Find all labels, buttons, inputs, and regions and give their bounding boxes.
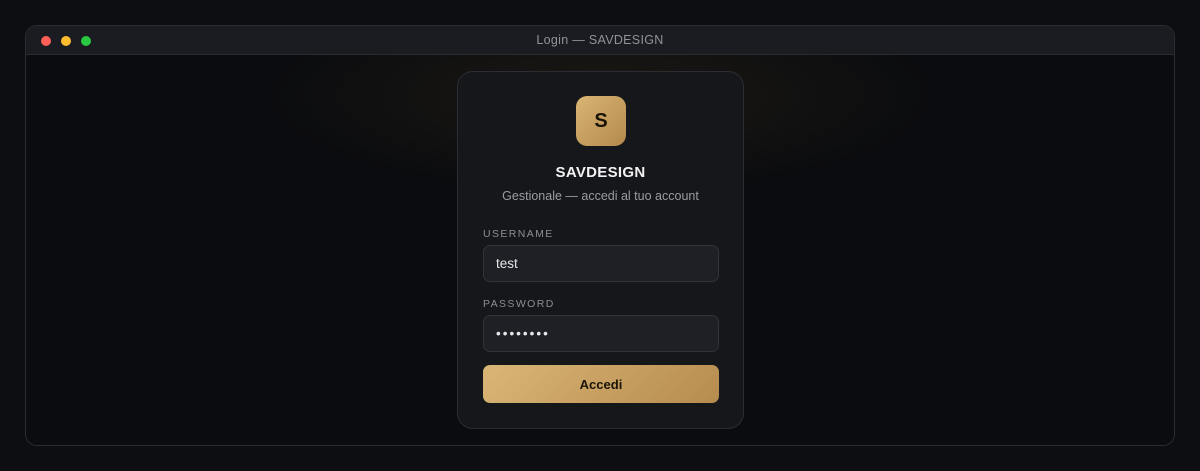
login-card: S SAVDESIGN Gestionale — accedi al tuo a… <box>457 71 744 429</box>
title-bar: Login — SAVDESIGN <box>26 26 1174 55</box>
app-window: Login — SAVDESIGN S SAVDESIGN Gestionale… <box>25 25 1175 446</box>
login-subtitle: Gestionale — accedi al tuo account <box>502 189 699 203</box>
username-input[interactable] <box>483 245 719 282</box>
brand-name: SAVDESIGN <box>555 164 646 181</box>
login-button[interactable]: Accedi <box>483 365 719 403</box>
password-label: PASSWORD <box>483 298 555 310</box>
window-title: Login — SAVDESIGN <box>536 33 664 47</box>
username-label: USERNAME <box>483 228 554 240</box>
brand-logo-icon: S <box>576 96 626 146</box>
login-page: S SAVDESIGN Gestionale — accedi al tuo a… <box>26 55 1174 445</box>
password-input[interactable] <box>483 315 719 352</box>
